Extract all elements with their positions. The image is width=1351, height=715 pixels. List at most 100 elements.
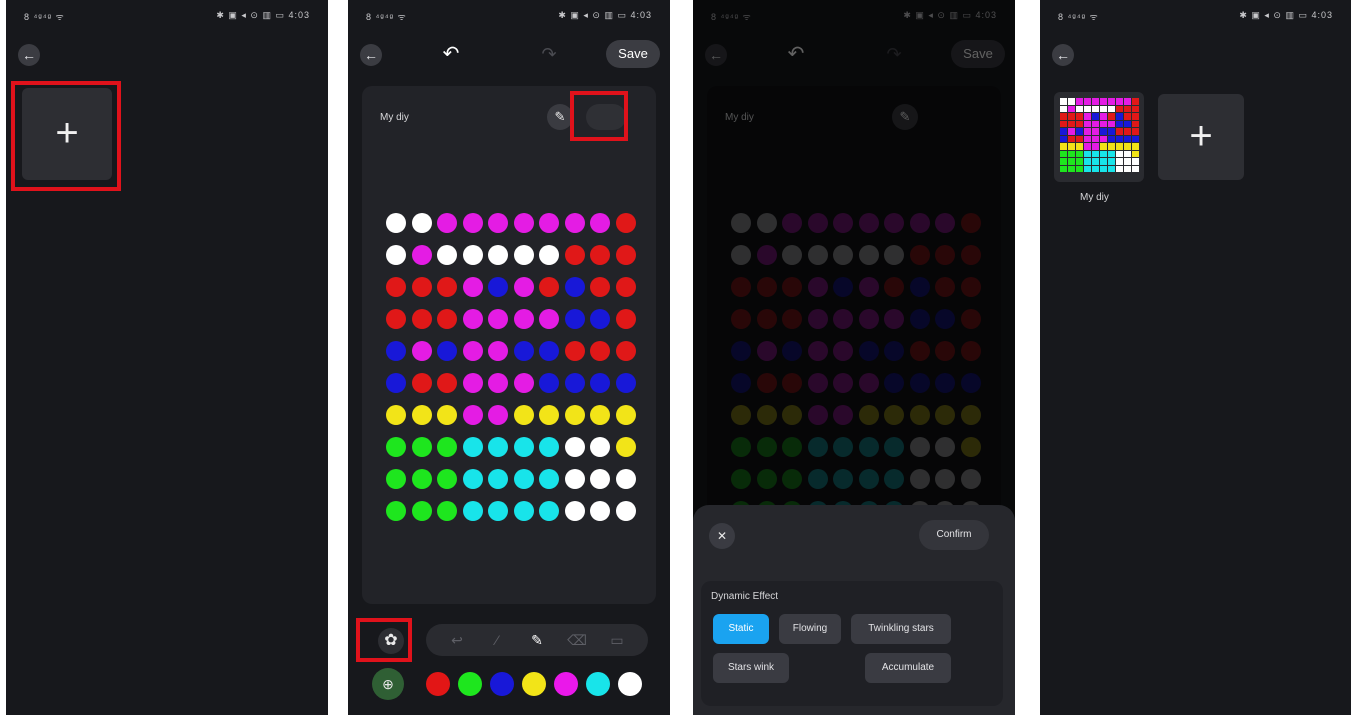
effect-flowing[interactable]: Flowing [779,614,841,644]
eyedropper-icon[interactable]: ⁄ [486,629,508,651]
led-dot[interactable] [488,437,508,457]
effect-twinkling-stars[interactable]: Twinkling stars [851,614,951,644]
led-dot[interactable] [488,373,508,393]
led-grid[interactable] [386,213,636,521]
led-dot[interactable] [462,373,483,393]
led-dot[interactable] [386,309,406,329]
delete-icon[interactable]: ▭ [606,629,628,651]
led-dot[interactable] [386,437,406,457]
led-dot[interactable] [437,245,457,265]
led-dot[interactable] [590,277,610,297]
led-dot[interactable] [590,309,610,329]
led-dot[interactable] [539,309,559,329]
diy-thumbnail-tile[interactable] [1054,92,1144,182]
led-dot[interactable] [411,309,432,329]
led-dot[interactable] [411,501,432,521]
effect-static[interactable]: Static [713,614,769,644]
led-dot[interactable] [513,501,534,521]
led-dot[interactable] [462,341,483,361]
led-dot[interactable] [564,501,585,521]
led-dot[interactable] [437,309,457,329]
palette-color-swatch[interactable] [458,672,482,696]
led-dot[interactable] [539,405,559,425]
led-dot[interactable] [462,309,483,329]
led-dot[interactable] [411,277,432,297]
led-dot[interactable] [615,405,636,425]
palette-color-swatch[interactable] [426,672,450,696]
led-dot[interactable] [564,245,585,265]
led-dot[interactable] [513,341,534,361]
led-dot[interactable] [564,213,585,233]
led-dot[interactable] [539,245,559,265]
led-dot[interactable] [513,469,534,489]
led-dot[interactable] [513,373,534,393]
add-diy-button[interactable]: + [1158,94,1244,180]
led-dot[interactable] [539,213,559,233]
led-dot[interactable] [564,405,585,425]
led-dot[interactable] [488,245,508,265]
led-dot[interactable] [437,213,457,233]
led-dot[interactable] [386,373,406,393]
confirm-button[interactable]: Confirm [919,520,989,550]
redo-button[interactable]: ↷ [534,40,564,68]
led-dot[interactable] [411,437,432,457]
led-dot[interactable] [462,501,483,521]
led-dot[interactable] [564,469,585,489]
led-dot[interactable] [615,213,636,233]
back-arrow-icon[interactable]: ← [360,44,382,66]
led-dot[interactable] [513,277,534,297]
led-dot[interactable] [513,213,534,233]
led-dot[interactable] [564,277,585,297]
led-dot[interactable] [590,373,610,393]
led-dot[interactable] [462,245,483,265]
eraser-icon[interactable]: ⌫ [566,629,588,651]
led-dot[interactable] [539,341,559,361]
led-dot[interactable] [488,341,508,361]
led-dot[interactable] [615,277,636,297]
led-dot[interactable] [386,501,406,521]
led-dot[interactable] [539,501,559,521]
led-dot[interactable] [615,245,636,265]
effect-accumulate[interactable]: Accumulate [865,653,951,683]
led-dot[interactable] [590,501,610,521]
palette-color-swatch[interactable] [586,672,610,696]
led-dot[interactable] [386,277,406,297]
led-dot[interactable] [437,405,457,425]
led-dot[interactable] [488,501,508,521]
led-dot[interactable] [615,469,636,489]
led-dot[interactable] [488,213,508,233]
led-dot[interactable] [386,341,406,361]
undo-tool-icon[interactable]: ↩ [446,629,468,651]
palette-color-swatch[interactable] [522,672,546,696]
led-dot[interactable] [411,245,432,265]
led-dot[interactable] [564,373,585,393]
undo-button[interactable]: ↶ [436,40,466,68]
led-dot[interactable] [590,469,610,489]
led-dot[interactable] [590,437,610,457]
color-picker-button[interactable]: ⊕ [372,668,404,700]
led-dot[interactable] [615,341,636,361]
led-dot[interactable] [615,309,636,329]
led-dot[interactable] [539,469,559,489]
led-dot[interactable] [615,501,636,521]
led-dot[interactable] [437,501,457,521]
led-dot[interactable] [386,213,406,233]
effect-stars-wink[interactable]: Stars wink [713,653,789,683]
pen-icon[interactable]: ✎ [526,629,548,651]
save-button[interactable]: Save [606,40,660,68]
led-dot[interactable] [513,405,534,425]
led-dot[interactable] [590,245,610,265]
led-dot[interactable] [462,405,483,425]
back-arrow-icon[interactable]: ← [18,44,40,66]
led-dot[interactable] [462,213,483,233]
palette-color-swatch[interactable] [618,672,642,696]
led-dot[interactable] [386,469,406,489]
led-dot[interactable] [411,341,432,361]
led-dot[interactable] [411,373,432,393]
led-dot[interactable] [437,341,457,361]
led-dot[interactable] [437,437,457,457]
led-dot[interactable] [539,277,559,297]
led-dot[interactable] [590,341,610,361]
led-dot[interactable] [615,437,636,457]
led-dot[interactable] [564,309,585,329]
